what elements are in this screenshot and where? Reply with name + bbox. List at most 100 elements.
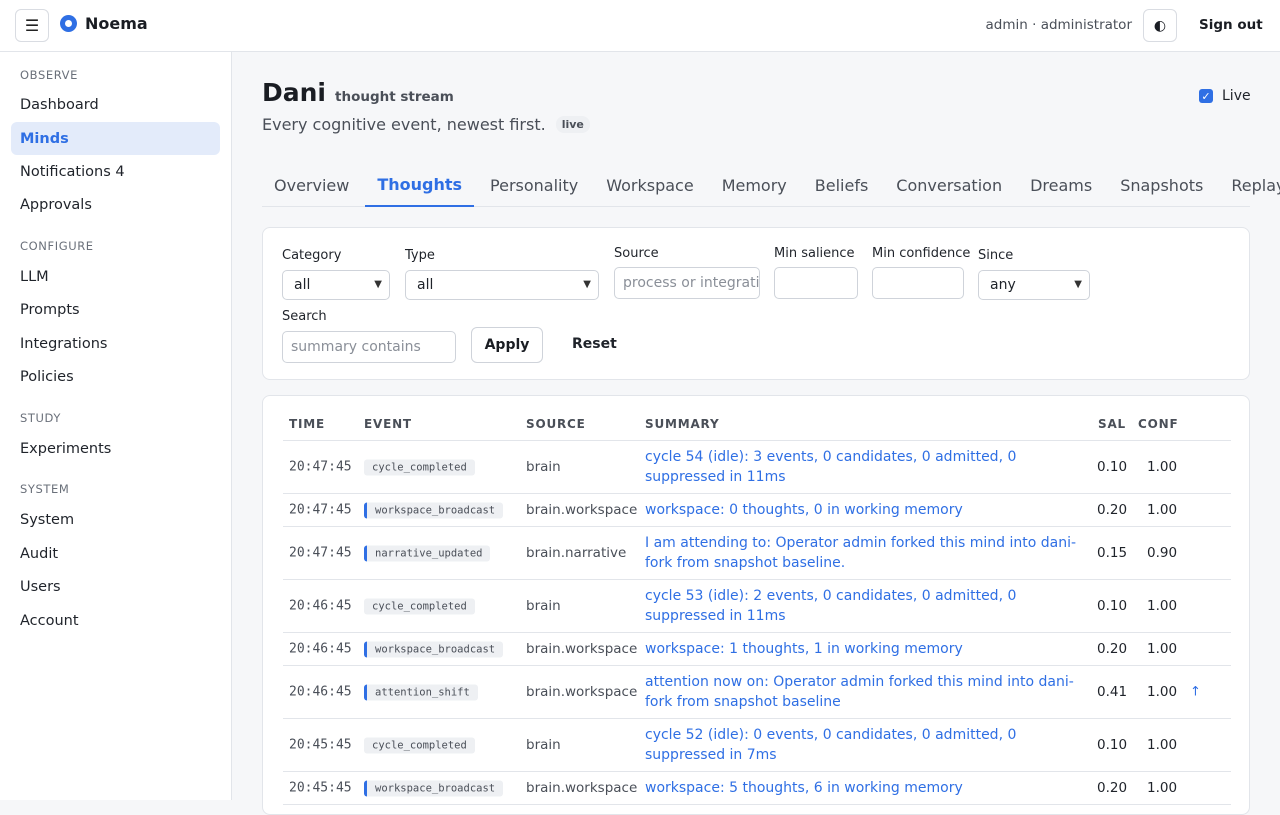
column-header-source[interactable]: SOURCE <box>526 417 586 431</box>
chevron-down-icon: ▼ <box>374 279 382 290</box>
table-row[interactable]: 20:46:45 attention_shift brain.workspace at… <box>283 666 1231 719</box>
row-time: 20:47:45 <box>289 502 352 518</box>
since-label: Since <box>978 248 1014 263</box>
menu-button[interactable]: ☰ <box>15 9 49 42</box>
min-confidence-input[interactable] <box>872 267 964 299</box>
sidebar-item-experiments[interactable]: Experiments <box>11 432 220 465</box>
table-row[interactable]: 20:47:45 narrative_updated brain.narrative… <box>283 527 1231 580</box>
category-select[interactable]: all ▼ <box>282 270 390 300</box>
row-summary-link[interactable]: attention now on: Operator admin forked … <box>645 672 1085 712</box>
row-event: cycle_completed <box>364 598 475 615</box>
live-toggle[interactable]: ✓ Live <box>1199 88 1251 104</box>
sidebar-item-users[interactable]: Users <box>11 570 220 603</box>
event-badge: attention_shift <box>364 684 478 701</box>
column-header-time[interactable]: TIME <box>289 417 325 431</box>
sidebar-item-minds[interactable]: Minds <box>11 122 220 155</box>
live-toggle-label: Live <box>1222 88 1251 104</box>
row-salience: 0.41 <box>1097 684 1128 700</box>
row-confidence: 1.00 <box>1147 737 1178 753</box>
column-header-confidence[interactable]: CONF <box>1138 417 1178 431</box>
sidebar-item-account[interactable]: Account <box>11 604 220 637</box>
tab-snapshots[interactable]: Snapshots <box>1108 164 1215 207</box>
sidebar-item-notifications[interactable]: Notifications 4 <box>11 155 220 188</box>
logo-icon <box>60 15 77 32</box>
tab-thoughts[interactable]: Thoughts <box>365 164 475 207</box>
row-confidence: 1.00 <box>1147 780 1178 796</box>
sidebar-item-llm[interactable]: LLM <box>11 260 220 293</box>
row-summary-link[interactable]: cycle 53 (idle): 2 events, 0 candidates,… <box>645 586 1085 626</box>
page-title-sub: thought stream <box>335 89 454 105</box>
apply-button[interactable]: Apply <box>471 327 543 363</box>
column-header-summary[interactable]: SUMMARY <box>645 417 719 431</box>
brand[interactable]: Noema <box>60 14 148 33</box>
table-row[interactable]: 20:46:45 workspace_broadcast brain.workspa… <box>283 633 1231 666</box>
min-salience-input[interactable] <box>774 267 858 299</box>
row-summary-link[interactable]: cycle 52 (idle): 0 events, 0 candidates,… <box>645 725 1085 765</box>
row-summary-link[interactable]: workspace: 1 thoughts, 1 in working memo… <box>645 639 1085 659</box>
row-summary-link[interactable]: workspace: 0 thoughts, 0 in working memo… <box>645 500 1085 520</box>
event-badge: cycle_completed <box>364 598 475 615</box>
sidebar-item-policies[interactable]: Policies <box>11 360 220 393</box>
table-row[interactable]: 20:46:45 cycle_completed brain cycle 53 (id… <box>283 580 1231 633</box>
row-confidence: 0.90 <box>1147 545 1178 561</box>
row-event: cycle_completed <box>364 737 475 754</box>
row-time: 20:46:45 <box>289 598 352 614</box>
sidebar-item-approvals[interactable]: Approvals <box>11 188 220 221</box>
tab-workspace[interactable]: Workspace <box>594 164 705 207</box>
user-label: admin · administrator <box>985 17 1132 33</box>
nav-section-observe: OBSERVE <box>20 68 78 82</box>
subtitle-text: Every cognitive event, newest first. <box>262 115 546 134</box>
source-label: Source <box>614 246 659 261</box>
tab-beliefs[interactable]: Beliefs <box>803 164 881 207</box>
chevron-down-icon: ▼ <box>1074 279 1082 290</box>
event-badge: workspace_broadcast <box>364 502 504 519</box>
tab-dreams[interactable]: Dreams <box>1018 164 1104 207</box>
event-badge: workspace_broadcast <box>364 641 504 658</box>
type-select[interactable]: all ▼ <box>405 270 599 300</box>
table-row[interactable]: 20:45:45 cycle_completed brain cycle 52 (id… <box>283 719 1231 772</box>
row-salience: 0.10 <box>1097 598 1128 614</box>
table-row[interactable]: 20:45:45 workspace_broadcast brain.workspa… <box>283 772 1231 805</box>
search-input[interactable]: summary contains <box>282 331 456 363</box>
row-event: workspace_broadcast <box>364 502 504 519</box>
sidebar-item-integrations[interactable]: Integrations <box>11 327 220 360</box>
row-summary-link[interactable]: cycle 54 (idle): 3 events, 0 candidates,… <box>645 447 1085 487</box>
brand-name: Noema <box>85 14 148 33</box>
sign-out-button[interactable]: Sign out <box>1199 17 1263 33</box>
min-confidence-label: Min confidence <box>872 246 971 261</box>
table-row[interactable]: 20:47:45 workspace_broadcast brain.workspa… <box>283 494 1231 527</box>
sidebar-item-audit[interactable]: Audit <box>11 537 220 570</box>
tab-bar: Overview Thoughts Personality Workspace … <box>262 164 1280 207</box>
tab-replay[interactable]: Replay <box>1219 164 1280 207</box>
table-row[interactable]: 20:47:45 cycle_completed brain cycle 54 (id… <box>283 441 1231 494</box>
row-event: attention_shift <box>364 684 478 701</box>
event-badge: cycle_completed <box>364 459 475 476</box>
theme-toggle-button[interactable]: ◐ <box>1143 9 1177 42</box>
tab-personality[interactable]: Personality <box>478 164 590 207</box>
live-checkbox[interactable]: ✓ <box>1199 89 1213 103</box>
row-salience: 0.20 <box>1097 502 1128 518</box>
source-input[interactable]: process or integrati <box>614 267 760 299</box>
column-header-salience[interactable]: SAL <box>1098 417 1126 431</box>
reset-button[interactable]: Reset <box>572 336 617 352</box>
row-summary-link[interactable]: I am attending to: Operator admin forked… <box>645 533 1085 573</box>
page-subtitle: Every cognitive event, newest first. liv… <box>262 115 590 134</box>
tab-overview[interactable]: Overview <box>262 164 361 207</box>
sidebar-item-prompts[interactable]: Prompts <box>11 293 220 326</box>
column-header-event[interactable]: EVENT <box>364 417 412 431</box>
row-source: brain <box>526 598 561 614</box>
nav-section-system: SYSTEM <box>20 482 70 496</box>
row-summary-link[interactable]: workspace: 5 thoughts, 6 in working memo… <box>645 778 1085 798</box>
since-select[interactable]: any ▼ <box>978 270 1090 300</box>
search-label: Search <box>282 309 327 324</box>
row-source: brain.workspace <box>526 780 638 796</box>
row-time: 20:45:45 <box>289 737 352 753</box>
row-confidence: 1.00 <box>1147 641 1178 657</box>
arrow-up-icon: ↑ <box>1190 684 1201 700</box>
sidebar-item-dashboard[interactable]: Dashboard <box>11 88 220 121</box>
event-badge: workspace_broadcast <box>364 780 504 797</box>
sidebar-item-system[interactable]: System <box>11 503 220 536</box>
tab-memory[interactable]: Memory <box>710 164 799 207</box>
tab-conversation[interactable]: Conversation <box>884 164 1014 207</box>
row-confidence: 1.00 <box>1147 598 1178 614</box>
